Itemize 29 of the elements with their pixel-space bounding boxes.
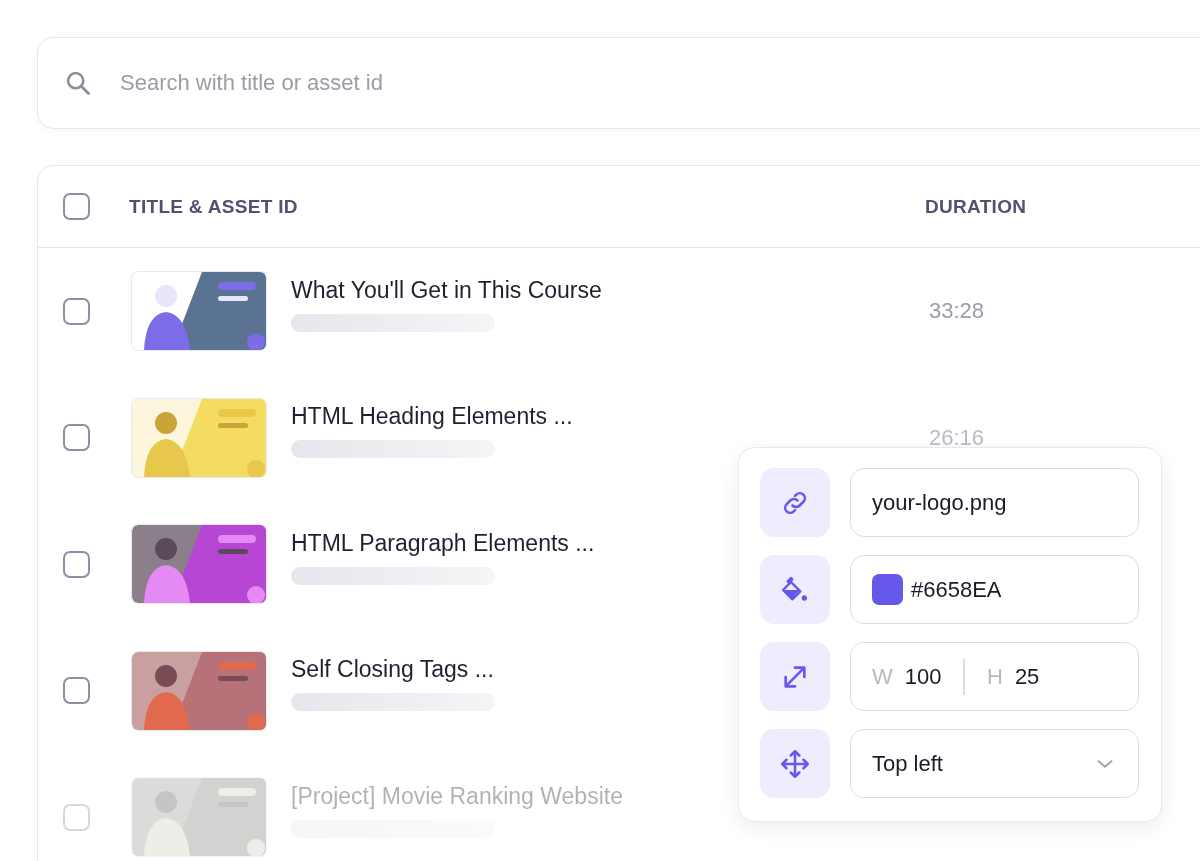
height-label: H (987, 663, 1003, 690)
search-icon (64, 69, 92, 97)
icon-tile[interactable] (760, 729, 830, 798)
color-swatch[interactable] (872, 574, 903, 605)
row-checkbox[interactable] (63, 677, 90, 705)
row-checkbox[interactable] (63, 550, 90, 578)
width-value: 100 (904, 663, 942, 690)
height-value: 25 (1014, 663, 1040, 690)
icon-tile[interactable] (760, 468, 830, 537)
position-dropdown[interactable]: Top left (850, 729, 1139, 798)
size-field[interactable]: W 100 H 25 (850, 642, 1139, 711)
row-checkbox[interactable] (63, 424, 90, 452)
column-header: TITLE & ASSET ID (129, 195, 299, 218)
file-name-field[interactable]: your-logo.png (850, 468, 1139, 537)
search-field[interactable]: Search with title or asset id (37, 37, 1200, 129)
icon-tile[interactable] (760, 555, 830, 624)
width-label: W (872, 663, 893, 690)
icon-tile[interactable] (760, 642, 830, 711)
asset-title[interactable]: Self Closing Tags ... (291, 656, 494, 684)
column-header: DURATION (925, 195, 1027, 218)
duration-text: 26:16 (929, 424, 985, 451)
row-checkbox[interactable] (63, 297, 90, 325)
asset-title[interactable]: HTML Paragraph Elements ... (291, 529, 595, 557)
color-field[interactable]: #6658EA (850, 555, 1139, 624)
asset-title[interactable]: HTML Heading Elements ... (291, 403, 573, 431)
select-all-checkbox[interactable] (63, 193, 90, 220)
duration-text: 33:28 (929, 298, 985, 325)
asset-title[interactable]: What You'll Get in This Course (291, 276, 602, 304)
search-field[interactable]: Search with title or asset id (118, 69, 1200, 97)
